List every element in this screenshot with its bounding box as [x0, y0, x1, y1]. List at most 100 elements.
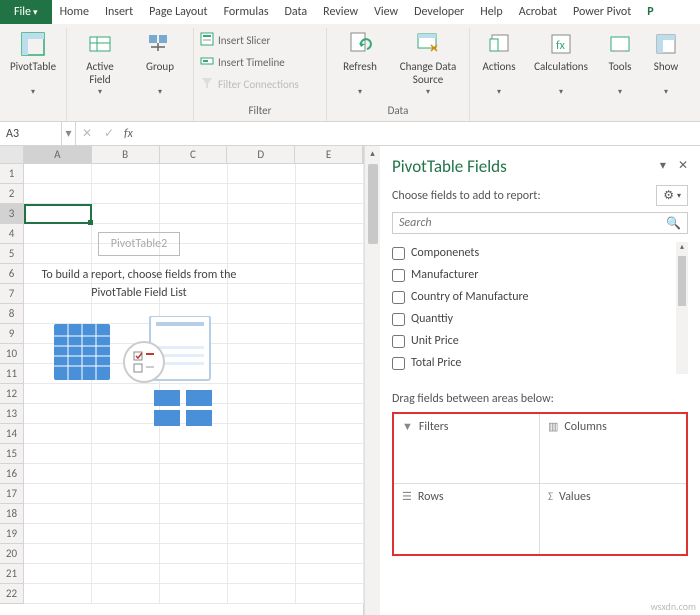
tab-help[interactable]: Help — [472, 0, 511, 24]
row-header-4[interactable]: 4 — [0, 224, 24, 244]
show-button[interactable]: Show ▾ — [646, 30, 686, 98]
filters-area-label: Filters — [419, 420, 449, 434]
scroll-thumb[interactable] — [368, 164, 378, 244]
field-search-box[interactable]: 🔍 — [392, 212, 688, 234]
tools-button[interactable]: Tools ▾ — [600, 30, 640, 98]
pivot-name: PivotTable2 — [98, 232, 180, 256]
tab-review[interactable]: Review — [315, 0, 366, 24]
columns-area[interactable]: ▥ Columns — [540, 414, 686, 484]
row-header-22[interactable]: 22 — [0, 584, 24, 604]
row-header-8[interactable]: 8 — [0, 304, 24, 324]
refresh-icon — [346, 30, 374, 58]
tab-home[interactable]: Home — [52, 0, 97, 24]
row-header-16[interactable]: 16 — [0, 464, 24, 484]
change-data-source-button[interactable]: Change Data Source ▾ — [393, 30, 463, 98]
tab-data[interactable]: Data — [277, 0, 316, 24]
tools-icon — [606, 30, 634, 58]
tab-formulas[interactable]: Formulas — [216, 0, 277, 24]
pane-dropdown-icon[interactable]: ▾ — [660, 158, 666, 173]
row-header-5[interactable]: 5 — [0, 244, 24, 264]
pane-close-icon[interactable]: ✕ — [678, 158, 688, 173]
scroll-up-icon[interactable]: ▴ — [370, 146, 375, 162]
pivottable-button[interactable]: PivotTable ▾ — [6, 30, 60, 98]
field-item-3[interactable]: Quanttiy — [392, 308, 674, 330]
group-button[interactable]: Group ▾ — [133, 30, 187, 98]
col-header-d[interactable]: D — [227, 146, 295, 164]
row-header-19[interactable]: 19 — [0, 524, 24, 544]
field-options-button[interactable]: ⚙▾ — [656, 185, 688, 206]
row-header-13[interactable]: 13 — [0, 404, 24, 424]
field-label: Componenets — [411, 246, 479, 260]
tab-insert[interactable]: Insert — [97, 0, 141, 24]
main-area: A B C D E 123456789101112131415161718192… — [0, 146, 700, 615]
name-box[interactable]: A3 — [0, 122, 62, 145]
change-data-icon — [414, 30, 442, 58]
row-header-18[interactable]: 18 — [0, 504, 24, 524]
row-header-10[interactable]: 10 — [0, 344, 24, 364]
row-header-9[interactable]: 9 — [0, 324, 24, 344]
field-item-2[interactable]: Country of Manufacture — [392, 286, 674, 308]
field-item-5[interactable]: Total Price — [392, 352, 674, 374]
field-checkbox[interactable] — [392, 335, 405, 348]
tab-acrobat[interactable]: Acrobat — [511, 0, 565, 24]
areas-grid: ▼ Filters ▥ Columns ☰ Rows Σ Values — [392, 412, 688, 556]
vertical-scrollbar[interactable]: ▴ — [364, 146, 380, 615]
field-search-input[interactable] — [399, 216, 666, 230]
field-list: Componenets Manufacturer Country of Manufa… — [392, 242, 688, 374]
name-box-dropdown[interactable]: ▾ — [62, 122, 76, 145]
tab-page-layout[interactable]: Page Layout — [141, 0, 215, 24]
fx-button[interactable]: fx — [120, 127, 137, 141]
row-header-21[interactable]: 21 — [0, 564, 24, 584]
ribbon: PivotTable ▾ Active Field ▾ Group ▾ — [0, 24, 700, 122]
field-item-4[interactable]: Unit Price — [392, 330, 674, 352]
active-field-button[interactable]: Active Field ▾ — [73, 30, 127, 98]
insert-slicer-button[interactable]: Insert Slicer — [200, 30, 320, 50]
field-item-1[interactable]: Manufacturer — [392, 264, 674, 286]
col-header-a[interactable]: A — [24, 146, 92, 164]
tab-developer[interactable]: Developer — [406, 0, 472, 24]
col-header-c[interactable]: C — [160, 146, 228, 164]
select-all-corner[interactable] — [0, 146, 24, 164]
filters-area[interactable]: ▼ Filters — [394, 414, 540, 484]
calculations-label: Calculations — [534, 60, 588, 86]
actions-button[interactable]: Actions ▾ — [476, 30, 522, 98]
row-header-6[interactable]: 6 — [0, 264, 24, 284]
field-checkbox[interactable] — [392, 313, 405, 326]
ribbon-group-data: Refresh ▾ Change Data Source ▾ Data — [327, 28, 470, 121]
filter-connections-icon — [200, 76, 214, 93]
row-header-11[interactable]: 11 — [0, 364, 24, 384]
active-cell[interactable] — [24, 204, 92, 224]
field-checkbox[interactable] — [392, 247, 405, 260]
rows-area[interactable]: ☰ Rows — [394, 484, 540, 554]
refresh-button[interactable]: Refresh ▾ — [333, 30, 387, 98]
col-header-b[interactable]: B — [92, 146, 160, 164]
row-header-17[interactable]: 17 — [0, 484, 24, 504]
field-item-0[interactable]: Componenets — [392, 242, 674, 264]
tab-power-pivot[interactable]: Power Pivot — [565, 0, 639, 24]
row-header-15[interactable]: 15 — [0, 444, 24, 464]
row-header-1[interactable]: 1 — [0, 164, 24, 184]
col-header-e[interactable]: E — [295, 146, 363, 164]
insert-timeline-button[interactable]: Insert Timeline — [200, 52, 320, 72]
insert-slicer-label: Insert Slicer — [218, 34, 270, 47]
row-header-7[interactable]: 7 — [0, 284, 24, 304]
row-header-12[interactable]: 12 — [0, 384, 24, 404]
row-header-2[interactable]: 2 — [0, 184, 24, 204]
field-checkbox[interactable] — [392, 291, 405, 304]
field-label: Quanttiy — [411, 312, 453, 326]
tab-overflow[interactable]: P — [639, 0, 661, 24]
field-list-scrollbar[interactable]: ▴ — [676, 242, 688, 374]
field-checkbox[interactable] — [392, 357, 405, 370]
field-label: Country of Manufacture — [411, 290, 529, 304]
row-header-3[interactable]: 3 — [0, 204, 24, 224]
rows-area-label: Rows — [418, 490, 444, 504]
search-icon: 🔍 — [666, 216, 681, 231]
tab-view[interactable]: View — [366, 0, 406, 24]
values-area[interactable]: Σ Values — [540, 484, 686, 554]
calculations-button[interactable]: fx Calculations ▾ — [528, 30, 594, 98]
grid-cells[interactable]: PivotTable2 To build a report, choose fi… — [24, 164, 364, 604]
row-header-20[interactable]: 20 — [0, 544, 24, 564]
file-tab[interactable]: File — [0, 0, 52, 24]
field-checkbox[interactable] — [392, 269, 405, 282]
row-header-14[interactable]: 14 — [0, 424, 24, 444]
